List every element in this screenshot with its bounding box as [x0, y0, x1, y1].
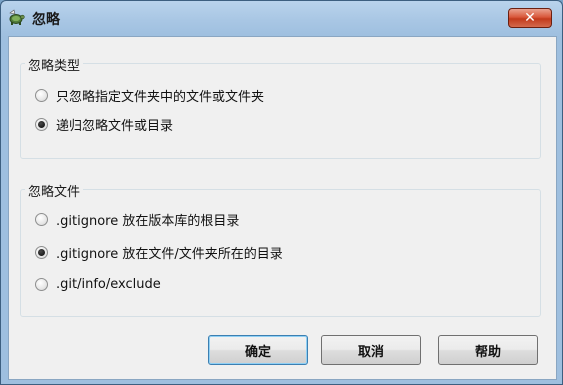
radio-gitignore-in-folder[interactable]: .gitignore 放在文件/文件夹所在的目录 [35, 243, 283, 262]
tortoise-git-icon [7, 9, 25, 27]
ignore-file-legend: 忽略文件 [25, 181, 84, 200]
radio-gitignore-root[interactable]: .gitignore 放在版本库的根目录 [35, 210, 240, 229]
radio-button[interactable] [35, 245, 48, 259]
cancel-button[interactable]: 取消 [321, 335, 421, 365]
radio-button[interactable] [35, 212, 48, 226]
radio-ignore-in-folder[interactable]: 只忽略指定文件夹中的文件或文件夹 [35, 86, 265, 105]
radio-label: .git/info/exclude [56, 276, 161, 292]
help-button[interactable]: 帮助 [438, 335, 538, 365]
ignore-type-legend: 忽略类型 [25, 55, 84, 74]
window-title: 忽略 [32, 12, 60, 28]
radio-label: .gitignore 放在文件/文件夹所在的目录 [56, 246, 283, 262]
ok-button[interactable]: 确定 [208, 335, 308, 365]
radio-button[interactable] [35, 88, 48, 102]
radio-label: .gitignore 放在版本库的根目录 [56, 213, 240, 229]
ignore-dialog: 忽略 ✕ 忽略类型 只忽略指定文件夹中的文件或文件夹 递归忽略文件或目录 忽略文… [0, 0, 563, 385]
radio-git-info-exclude[interactable]: .git/info/exclude [35, 275, 161, 293]
close-button[interactable]: ✕ [508, 8, 552, 28]
ignore-file-group: 忽略文件 .gitignore 放在版本库的根目录 .gitignore 放在文… [20, 181, 541, 317]
close-icon: ✕ [524, 10, 536, 26]
radio-button[interactable] [35, 277, 48, 291]
radio-label: 只忽略指定文件夹中的文件或文件夹 [56, 89, 265, 105]
radio-ignore-recursive[interactable]: 递归忽略文件或目录 [35, 115, 174, 134]
radio-button[interactable] [35, 117, 48, 131]
dialog-body: 忽略类型 只忽略指定文件夹中的文件或文件夹 递归忽略文件或目录 忽略文件 .gi… [8, 36, 557, 380]
title-bar[interactable]: 忽略 ✕ [1, 1, 562, 35]
radio-label: 递归忽略文件或目录 [56, 118, 174, 134]
ignore-type-group: 忽略类型 只忽略指定文件夹中的文件或文件夹 递归忽略文件或目录 [20, 55, 541, 159]
